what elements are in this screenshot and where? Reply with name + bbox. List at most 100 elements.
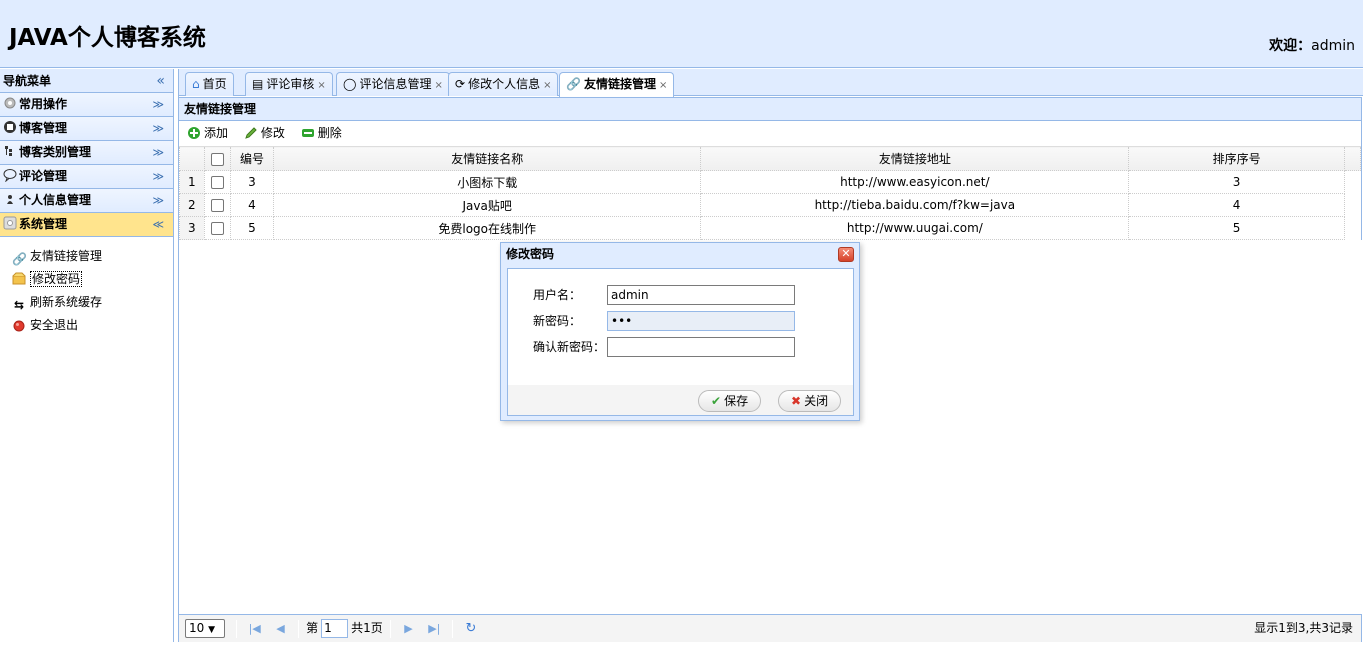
- nav-panel: 导航菜单 « 常用操作 ≫ 博客管理 ≫ 博客类别管理 ≫ 评论管理 ≫ 个人信…: [0, 69, 174, 642]
- row-number-header: [179, 146, 205, 171]
- pencil-icon: [244, 124, 258, 139]
- cell-order: 5: [1128, 216, 1345, 240]
- cell-order: 4: [1128, 193, 1345, 217]
- sub-item-links[interactable]: 🔗 友情链接管理: [0, 245, 173, 268]
- nav-item-label: 个人信息管理: [19, 193, 92, 207]
- nav-item-label: 评论管理: [19, 169, 68, 183]
- cell-order: 3: [1128, 170, 1345, 194]
- nav-item-label: 系统管理: [19, 217, 68, 231]
- close-icon[interactable]: ×: [317, 80, 325, 91]
- select-all-checkbox[interactable]: [210, 152, 224, 166]
- confirm-password-label: 确认新密码：: [533, 340, 606, 354]
- home-icon: ⌂: [192, 77, 200, 91]
- nav-item-comment[interactable]: 评论管理 ≫: [0, 165, 173, 189]
- divider: [235, 619, 237, 638]
- nav-item-common[interactable]: 常用操作 ≫: [0, 93, 173, 117]
- row-spacer: [1344, 217, 1360, 240]
- change-password-dialog: 修改密码 ✕ 用户名： admin 新密码： ••• 确认新密码： ✔ 保存 ✖ 关…: [500, 242, 860, 421]
- nav-item-label: 常用操作: [19, 97, 68, 111]
- collapse-icon[interactable]: «: [156, 69, 165, 93]
- new-password-label: 新密码：: [533, 314, 582, 328]
- cancel-button[interactable]: ✖ 关闭: [778, 390, 842, 412]
- link-icon: 🔗: [566, 77, 581, 91]
- tab-edit-profile[interactable]: ⟳ 修改个人信息 ×: [448, 72, 559, 96]
- sub-item-change-password[interactable]: 修改密码: [0, 268, 173, 291]
- row-select: [203, 216, 231, 240]
- column-header[interactable]: 编号: [229, 146, 274, 171]
- last-page-icon[interactable]: ▶|: [423, 615, 445, 642]
- sub-item-label: 友情链接管理: [30, 249, 103, 263]
- sub-item-label: 安全退出: [30, 318, 79, 332]
- edit-button[interactable]: 修改: [244, 121, 285, 146]
- first-page-icon[interactable]: |◀: [244, 615, 266, 642]
- table-row[interactable]: 2 4 Java贴吧 http://tieba.baidu.com/f?kw=j…: [179, 193, 1361, 217]
- confirm-password-row: 确认新密码：: [533, 337, 795, 357]
- tab-comment-manage[interactable]: ◯ 评论信息管理 ×: [336, 72, 450, 96]
- sub-item-refresh-cache[interactable]: ⇆ 刷新系统缓存: [0, 291, 173, 314]
- row-checkbox[interactable]: [210, 176, 224, 189]
- cell-id: 3: [229, 170, 274, 194]
- save-button[interactable]: ✔ 保存: [698, 390, 762, 412]
- user-icon: [3, 191, 17, 205]
- chevron-up-icon: ≪: [152, 218, 164, 231]
- column-header[interactable]: 友情链接地址: [700, 146, 1130, 171]
- tab-comment-review[interactable]: ▤ 评论审核 ×: [245, 72, 333, 96]
- row-checkbox[interactable]: [210, 222, 224, 235]
- tab-home[interactable]: ⌂ 首页: [185, 72, 234, 96]
- cell-url: http://www.easyicon.net/: [700, 170, 1130, 194]
- tab-bar: ⌂ 首页 ▤ 评论审核 × ◯ 评论信息管理 × ⟳ 修改个人信息 × 🔗 友情链接管理 ×: [179, 69, 1363, 97]
- nav-item-category[interactable]: 博客类别管理 ≫: [0, 141, 173, 165]
- cell-url: http://tieba.baidu.com/f?kw=java: [700, 193, 1130, 217]
- pagination-info: 显示1到3,共3记录: [1254, 621, 1353, 635]
- username-field[interactable]: admin: [607, 285, 795, 305]
- table-row[interactable]: 3 5 免费logo在线制作 http://www.uugai.com/ 5: [179, 216, 1361, 240]
- sub-item-logout[interactable]: 安全退出: [0, 314, 173, 337]
- table-row[interactable]: 1 3 小图标下载 http://www.easyicon.net/ 3: [179, 170, 1361, 194]
- key-icon: [12, 272, 26, 286]
- add-icon: [187, 124, 201, 139]
- sub-item-label: 刷新系统缓存: [30, 295, 103, 309]
- nav-item-blog[interactable]: 博客管理 ≫: [0, 117, 173, 141]
- confirm-password-field[interactable]: [607, 337, 795, 357]
- system-sub-list: 🔗 友情链接管理 修改密码 ⇆ 刷新系统缓存 安全退出: [0, 237, 173, 337]
- next-page-icon[interactable]: ▶: [397, 615, 419, 642]
- select-all-header: [203, 146, 231, 171]
- chevron-down-icon: ≫: [152, 146, 164, 159]
- row-select: [203, 170, 231, 194]
- row-number: 2: [179, 193, 205, 217]
- edit-label: 修改: [260, 126, 285, 140]
- page-prefix: 第: [306, 621, 319, 635]
- prev-page-icon[interactable]: ◀: [269, 615, 291, 642]
- page-size-select[interactable]: 10 ▼: [185, 619, 225, 638]
- header-spacer: [1343, 146, 1362, 171]
- column-header[interactable]: 友情链接名称: [272, 146, 702, 171]
- blog-icon: [3, 119, 17, 133]
- close-icon[interactable]: ×: [659, 80, 667, 91]
- delete-label: 删除: [317, 126, 342, 140]
- divider: [389, 619, 391, 638]
- new-password-field[interactable]: •••: [607, 311, 795, 331]
- close-icon[interactable]: ✕: [838, 247, 854, 262]
- grid-header-row: 编号 友情链接名称 友情链接地址 排序序号: [179, 146, 1362, 171]
- nav-item-label: 博客管理: [19, 121, 68, 135]
- remove-icon: [301, 124, 315, 138]
- tab-links-manage[interactable]: 🔗 友情链接管理 ×: [559, 72, 675, 97]
- tab-label: 首页: [202, 77, 227, 91]
- add-button[interactable]: 添加: [187, 121, 228, 146]
- page-number-input[interactable]: 1: [321, 619, 349, 638]
- close-icon[interactable]: ×: [434, 80, 442, 91]
- nav-title: 导航菜单: [3, 74, 52, 88]
- close-icon[interactable]: ×: [543, 80, 551, 91]
- nav-item-label: 博客类别管理: [19, 145, 92, 159]
- tab-label: 评论信息管理: [359, 77, 432, 91]
- nav-item-profile[interactable]: 个人信息管理 ≫: [0, 189, 173, 213]
- row-checkbox[interactable]: [210, 199, 224, 212]
- column-header[interactable]: 排序序号: [1128, 146, 1345, 171]
- reload-icon[interactable]: ↻: [460, 615, 482, 642]
- nav-item-system[interactable]: 系统管理 ≪: [0, 213, 173, 237]
- review-icon: ▤: [252, 77, 264, 91]
- delete-button[interactable]: 删除: [301, 121, 342, 146]
- row-select: [203, 193, 231, 217]
- check-icon: ✔: [711, 394, 722, 408]
- cell-url: http://www.uugai.com/: [700, 216, 1130, 240]
